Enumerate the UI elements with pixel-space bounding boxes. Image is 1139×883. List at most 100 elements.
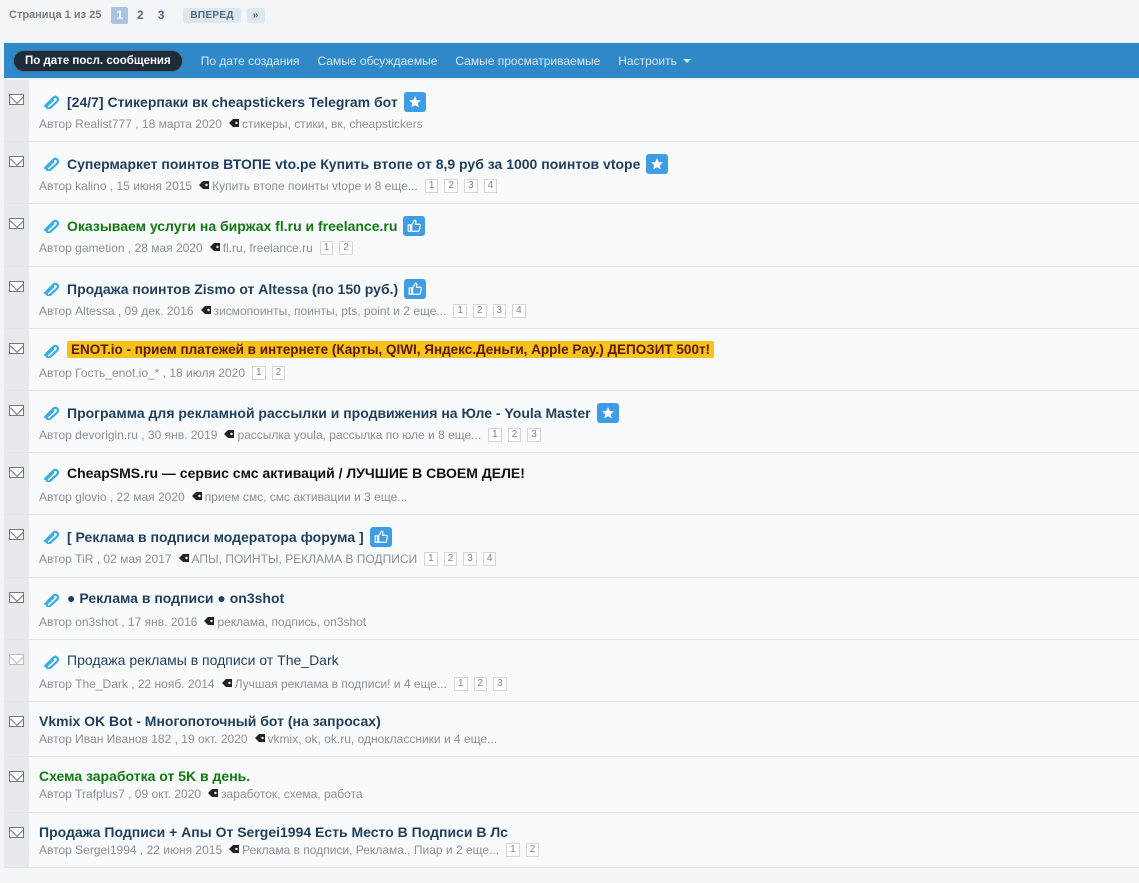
thread-page-link[interactable]: 1 [453,303,467,318]
thread-title-link[interactable]: Продажа поинтов Zismo от Altessa (по 150… [67,281,398,297]
thread-page-link[interactable]: 3 [527,427,541,442]
thread-page-link[interactable]: 4 [483,179,498,194]
paperclip-icon [42,655,60,670]
thread-title-link[interactable]: Программа для рекламной рассылки и продв… [67,405,591,421]
thread-tags[interactable]: АПЫ, ПОИНТЫ, РЕКЛАМА В ПОДПИСИ [192,552,418,566]
thread-page-link[interactable]: 4 [482,552,497,567]
thread-page-link[interactable]: 2 [443,552,458,567]
thread-tags[interactable]: vkmix, ok, ok.ru, одноклассники и 4 еще.… [268,732,498,746]
thread-page-link[interactable]: 1 [488,427,502,442]
thread-tags[interactable]: стикеры, стики, вк, cheapstickers [242,117,423,131]
author-prefix: Автор [39,179,72,194]
author-link[interactable]: glovio [75,490,106,504]
thread-page-link[interactable]: 1 [252,365,266,380]
thread-tags[interactable]: реклама, подпись, on3shot [217,615,366,629]
thread-title-link[interactable]: ENOT.io - прием платежей в интернете (Ка… [67,340,715,358]
author-link[interactable]: Гость_enot.io_* [75,366,159,380]
thread-page-link[interactable]: 3 [493,676,507,691]
thread-page-link[interactable]: 1 [424,179,439,194]
author-link[interactable]: gametion [75,241,124,255]
thread-title-link[interactable]: Продажа рекламы в подписи от The_Dark [67,652,339,668]
thread-page-link[interactable]: 2 [444,179,458,194]
author-link[interactable]: The_Dark [75,677,128,691]
author-link[interactable]: TiR [75,552,93,566]
thread-tags[interactable]: Лучшая реклама в подписи! и 4 еще... [235,677,447,691]
thread-tags[interactable]: прием смс, смс активации и 3 еще... [205,490,408,504]
envelope-icon [9,529,24,541]
thread-status-column [4,515,29,577]
page-link-2[interactable]: 2 [132,7,149,24]
author-link[interactable]: Altessa [75,304,114,318]
thread-title-link[interactable]: Супермаркет поинтов ВТОПЕ vto.pe Купить … [67,156,640,172]
thread-title-link[interactable]: Схема заработка от 5K в день. [39,768,250,784]
thread-page-link[interactable]: 1 [506,842,520,857]
thread-meta: Автор Гость_enot.io_* , 18 июля 2020 1 2 [39,365,286,380]
author-link[interactable]: kalino [75,179,106,193]
thread-tags[interactable]: Купить втопе поинты vtope и 8 еще... [212,179,418,193]
thread-title-link[interactable]: ● Реклама в подписи ● on3shot [67,590,284,606]
thread-page-link[interactable]: 2 [473,676,488,691]
tab-most-discussed[interactable]: Самые обсуждаемые [318,54,438,68]
thread-meta: Автор on3shot , 17 янв. 2016 реклама, под… [39,614,367,629]
tab-last-post-date[interactable]: По дате посл. сообщения [13,49,183,72]
thread-meta: Автор The_Dark , 22 нояб. 2014 Лучшая рек… [39,676,507,691]
author-link[interactable]: Иван Иванов 182 [75,732,171,746]
last-page-button[interactable]: » [246,7,265,23]
thread-page-link[interactable]: 1 [424,552,438,567]
author-link[interactable]: Trafplus7 [75,787,125,801]
page-link-1[interactable]: 1 [111,6,129,24]
author-prefix: Автор [39,614,72,629]
thread-page-link[interactable]: 2 [271,365,286,380]
thread-tags[interactable]: зисмопоинты, поинты, pts, point и 2 еще.… [214,304,447,318]
thread-title-link[interactable]: [24/7] Стикерпаки вк cheapstickers Teleg… [67,94,398,110]
envelope-icon [9,280,24,292]
thread-page-link[interactable]: 4 [512,303,526,318]
thread-page-link[interactable]: 3 [463,179,478,194]
envelope-icon [9,404,24,416]
thread-title-link[interactable]: Продажа Подписи + Апы От Sergei1994 Есть… [39,824,508,840]
thread-title-link[interactable]: CheapSMS.ru — сервис смс активаций / ЛУЧ… [67,465,525,481]
thread-date: 15 июня 2015 [116,179,193,194]
thread-tags[interactable]: заработок, схема, работа [221,787,363,801]
tab-most-viewed[interactable]: Самые просматриваемые [455,54,600,68]
paperclip-icon [42,468,60,483]
thread-page-link[interactable]: 2 [472,303,487,318]
thread-row: ENOT.io - прием платежей в интернете (Ка… [4,328,1139,391]
thread-status-column [4,757,29,812]
thread-status-column [4,328,29,390]
thread-tags[interactable]: рассылка youla, рассылка по юле и 8 еще.… [237,428,481,442]
pager-label: Страница 1 из 25 [9,9,102,21]
tab-customize[interactable]: Настроить [618,54,691,68]
author-prefix: Автор [39,241,72,256]
thread-tags[interactable]: fl.ru, freelance.ru [223,241,313,255]
tab-creation-date[interactable]: По дате создания [201,54,300,68]
chevron-down-icon [682,59,691,64]
thread-page-link[interactable]: 3 [492,303,507,318]
thread-page-link[interactable]: 1 [319,241,334,256]
thumbs-up-icon [404,278,427,299]
next-page-button[interactable]: ВПЕРЕД [183,7,241,23]
thread-title-link[interactable]: Оказываем услуги на биржах fl.ru и freel… [67,218,397,234]
thread-row: [ Реклама в подписи модератора форума ] А… [4,515,1139,578]
thread-row: Vkmix OK Bot - Многопоточный бот (на зап… [4,701,1139,758]
thread-page-link[interactable]: 2 [525,842,540,857]
page-link-3[interactable]: 3 [153,7,170,24]
author-link[interactable]: devorigin.ru [75,428,138,442]
author-link[interactable]: Realist777 [75,117,132,131]
thread-page-link[interactable]: 1 [453,676,468,691]
thread-title-link[interactable]: [ Реклама в подписи модератора форума ] [67,529,364,545]
paperclip-icon [42,530,60,546]
thread-page-link[interactable]: 3 [463,552,477,567]
thread-status-column [4,390,29,453]
thread-page-link[interactable]: 2 [507,427,522,442]
author-link[interactable]: Sergei1994 [75,843,136,857]
tag-icon [215,677,235,691]
author-link[interactable]: on3shot [75,615,118,629]
thread-row: Продажа поинтов Zismo от Altessa (по 150… [4,266,1139,329]
thread-title-link[interactable]: Vkmix OK Bot - Многопоточный бот (на зап… [39,713,381,729]
envelope-icon [9,715,24,727]
thread-page-link[interactable]: 2 [339,241,353,256]
paperclip-icon [42,157,60,172]
tag-icon [172,552,192,566]
thread-tags[interactable]: Реклама в подписи, Реклама., Пиар и 2 ещ… [242,843,499,857]
